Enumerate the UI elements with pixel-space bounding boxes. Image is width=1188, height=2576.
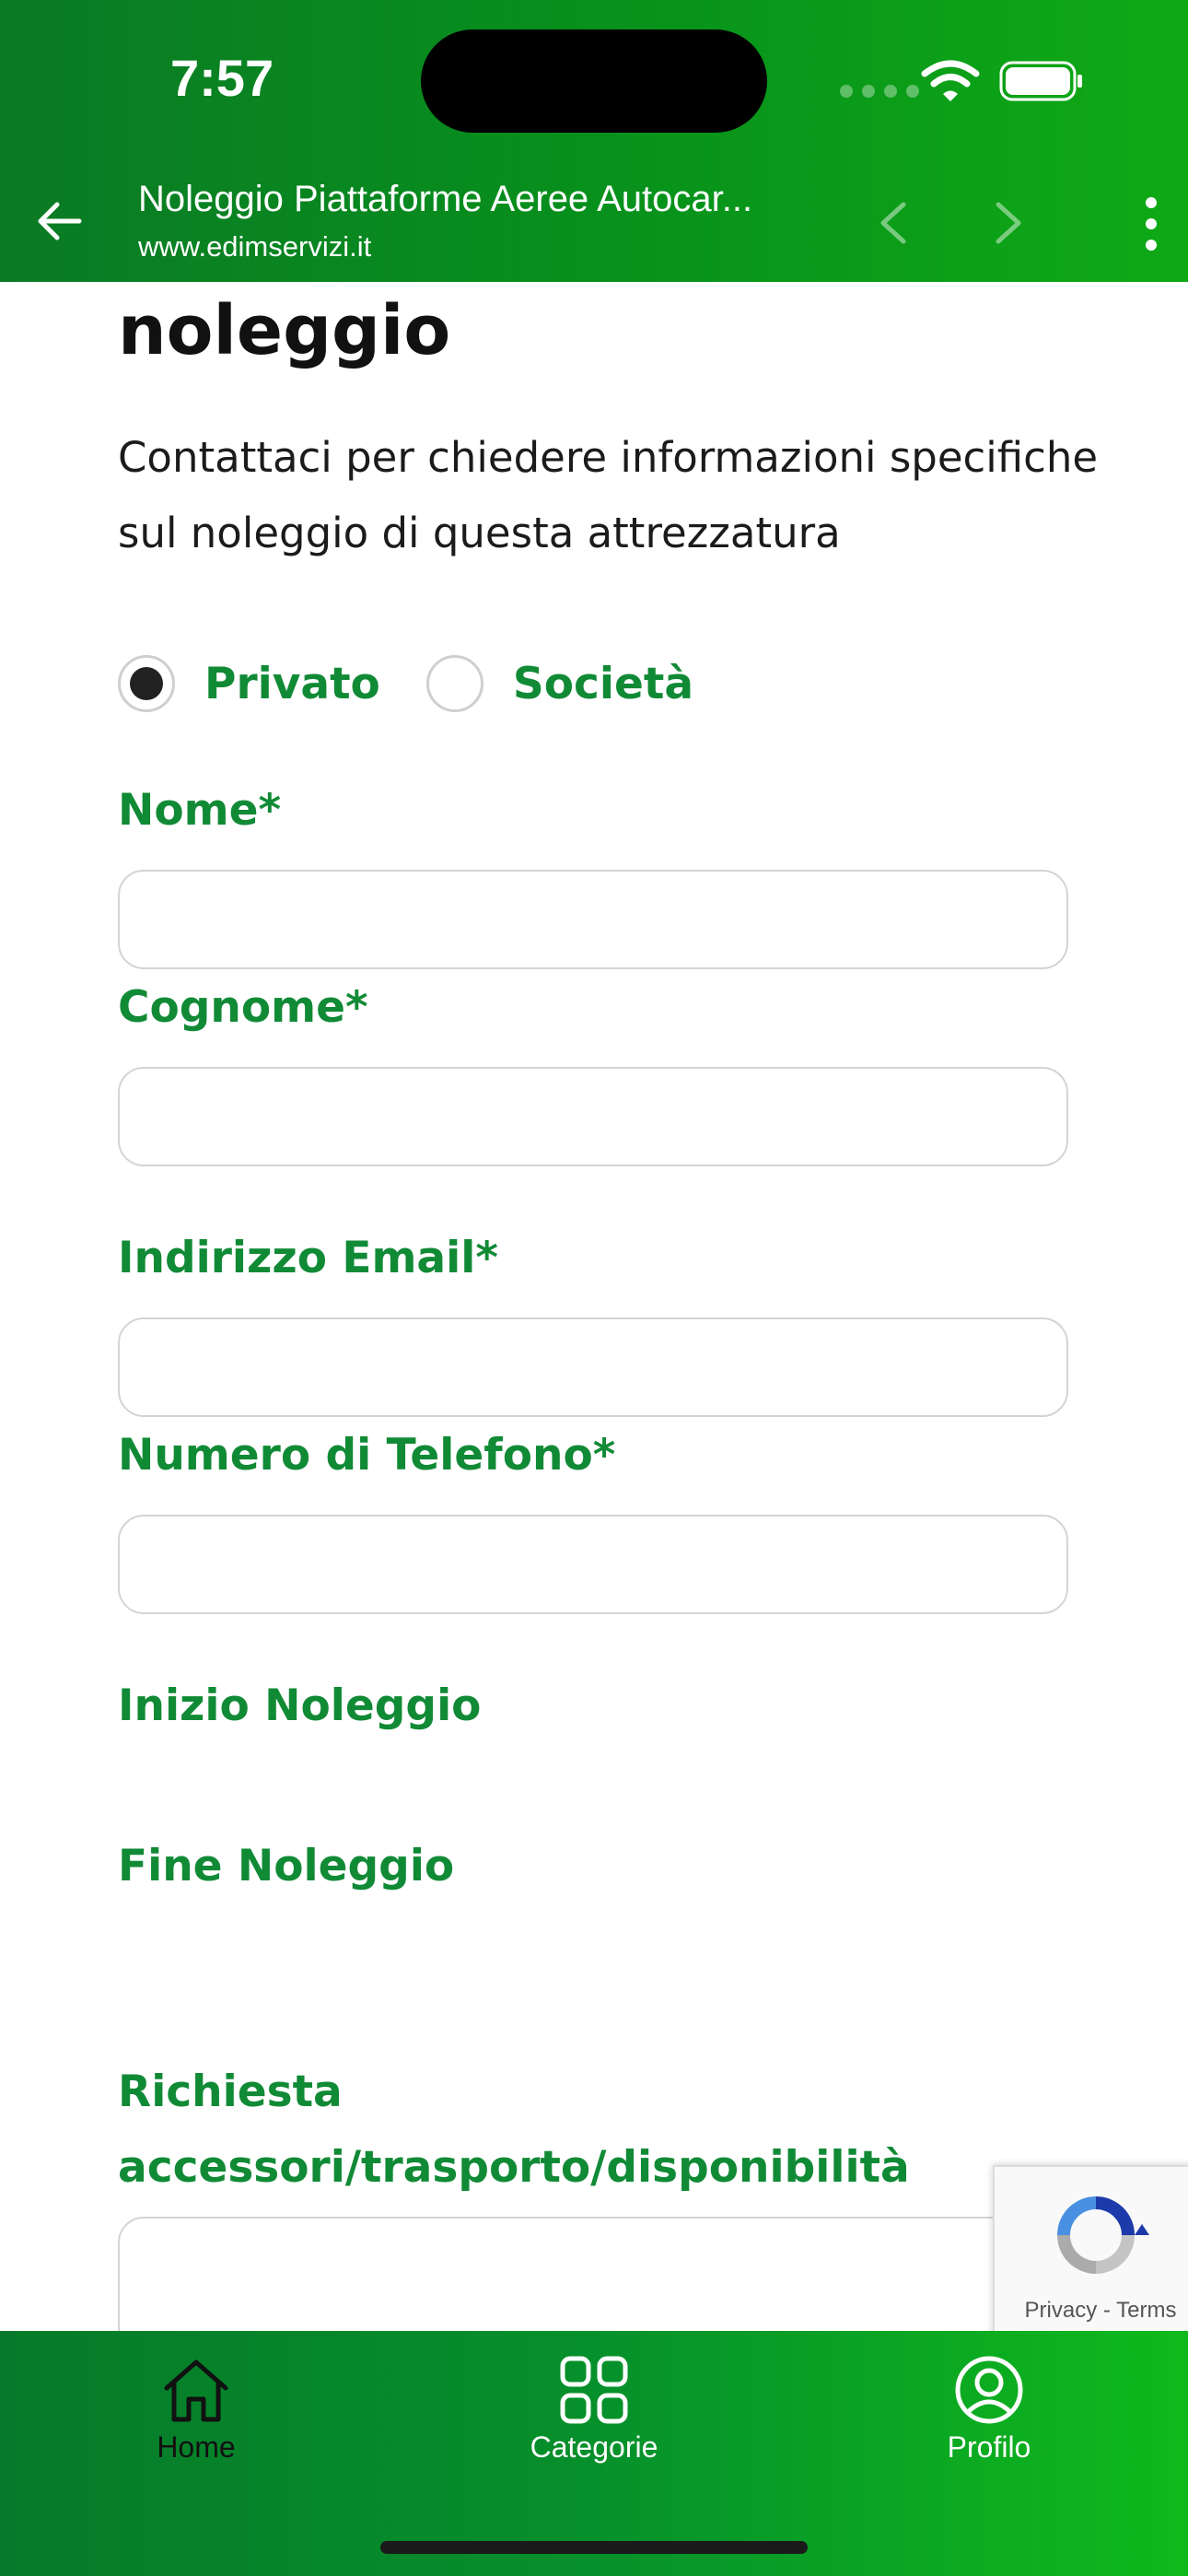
label-inizio-noleggio: Inizio Noleggio (118, 1680, 482, 1731)
tab-categorie[interactable]: Categorie (456, 2331, 732, 2515)
home-indicator (380, 2541, 808, 2554)
label-email: Indirizzo Email* (118, 1233, 498, 1283)
wifi-icon (921, 60, 980, 101)
status-time: 7:57 (170, 49, 274, 107)
form-content: Chiedi informazioni sul noleggio Contatt… (0, 282, 1188, 2331)
customer-type-radio-group: Privato Società (118, 655, 693, 712)
cellular-signal-icon (840, 85, 919, 98)
back-arrow-icon[interactable] (31, 193, 87, 249)
tab-label-home: Home (157, 2430, 236, 2464)
chevron-right-icon[interactable] (985, 195, 1031, 251)
label-cognome: Cognome* (118, 982, 368, 1033)
radio-privato[interactable] (118, 655, 175, 712)
label-nome: Nome* (118, 785, 282, 836)
label-fine-noleggio: Fine Noleggio (118, 1841, 455, 1891)
dynamic-island (421, 29, 767, 133)
recaptcha-links[interactable]: Privacy - Terms (995, 2298, 1188, 2324)
email-field[interactable] (118, 1317, 1068, 1417)
phone-screen: 7:57 Noleggio Piattaforme Aeree Autocar.… (0, 0, 1188, 2576)
chevron-left-icon[interactable] (870, 195, 916, 251)
recaptcha-icon (1057, 2196, 1149, 2274)
form-intro: Contattaci per chiedere informazioni spe… (118, 433, 1099, 557)
browser-url: www.edimservizi.it (138, 230, 372, 263)
radio-label-societa[interactable]: Società (513, 659, 693, 709)
tab-label-categorie: Categorie (530, 2430, 658, 2464)
user-circle-icon (955, 2356, 1023, 2424)
header: 7:57 Noleggio Piattaforme Aeree Autocar.… (0, 0, 1188, 282)
radio-societa[interactable] (425, 655, 483, 712)
battery-icon (999, 61, 1082, 101)
form-heading: Chiedi informazioni sul noleggio (118, 282, 998, 370)
recaptcha-badge[interactable]: Privacy - Terms (993, 2165, 1188, 2339)
home-icon (164, 2359, 228, 2422)
nome-field[interactable] (118, 870, 1068, 969)
richiesta-textarea[interactable] (118, 2217, 1068, 2331)
tab-profilo[interactable]: Profilo (851, 2331, 1127, 2515)
telefono-field[interactable] (118, 1515, 1068, 1614)
browser-page-title: Noleggio Piattaforme Aeree Autocar... (138, 179, 753, 219)
radio-label-privato[interactable]: Privato (204, 659, 380, 709)
tab-home[interactable]: Home (58, 2331, 334, 2515)
grid-icon (560, 2356, 628, 2424)
more-vertical-icon[interactable] (1140, 192, 1162, 256)
bottom-navigation: Home Categorie Profilo (0, 2331, 1188, 2576)
cognome-field[interactable] (118, 1067, 1068, 1166)
tab-label-profilo: Profilo (947, 2430, 1031, 2464)
label-telefono: Numero di Telefono* (118, 1430, 616, 1481)
